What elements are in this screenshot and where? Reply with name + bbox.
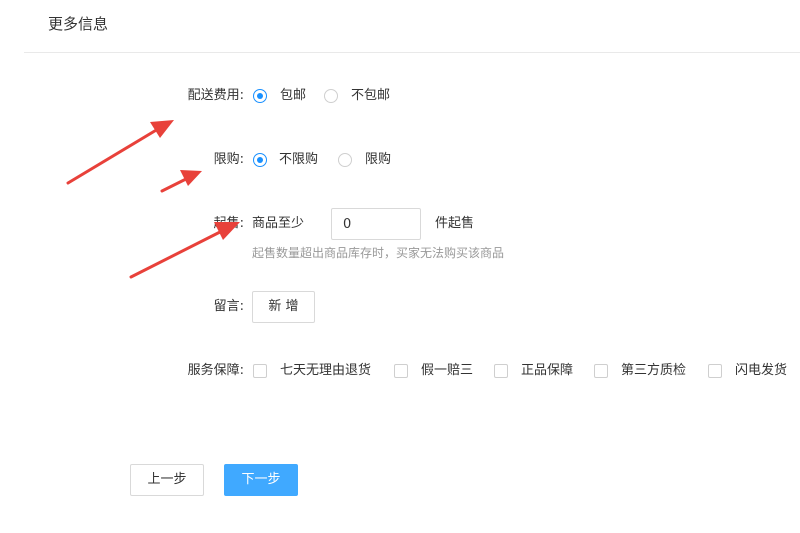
- fake-compensation-label[interactable]: 假一赔三: [421, 362, 473, 380]
- section-title: 更多信息: [48, 15, 109, 33]
- express-delivery-checkbox[interactable]: [708, 364, 722, 378]
- prev-step-button[interactable]: 上一步: [130, 464, 204, 496]
- min-purchase-hint: 起售数量超出商品库存时，买家无法购买该商品: [252, 246, 505, 260]
- add-message-button[interactable]: 新 增: [252, 291, 315, 323]
- seven-day-return-label[interactable]: 七天无理由退货: [280, 362, 371, 380]
- min-purchase-label: 起售:: [213, 216, 244, 231]
- express-delivery-label[interactable]: 闪电发货: [735, 362, 787, 380]
- delivery-fee-label: 配送费用:: [187, 88, 244, 103]
- third-party-inspection-checkbox[interactable]: [594, 364, 608, 378]
- more-info-page: 更多信息 配送费用: 包邮 不包邮 限购: 不限购 限购 起售: 商品至少 件起…: [0, 0, 800, 533]
- no-free-shipping-option-label[interactable]: 不包邮: [351, 87, 390, 105]
- min-purchase-prefix: 商品至少: [252, 216, 305, 231]
- limit-radio[interactable]: [338, 153, 352, 167]
- annotation-arrows: [66, 120, 240, 279]
- next-step-button[interactable]: 下一步: [224, 464, 298, 496]
- limit-option-label[interactable]: 限购: [365, 151, 391, 169]
- fake-compensation-checkbox[interactable]: [394, 364, 408, 378]
- genuine-guarantee-label[interactable]: 正品保障: [521, 362, 573, 380]
- no-limit-option-label[interactable]: 不限购: [279, 151, 318, 169]
- seven-day-return-checkbox[interactable]: [253, 364, 267, 378]
- no-limit-radio[interactable]: [253, 153, 267, 167]
- arrow-to-purchase-limit: [160, 170, 202, 193]
- purchase-limit-label: 限购:: [213, 152, 244, 167]
- message-label: 留言:: [213, 299, 244, 314]
- genuine-guarantee-checkbox[interactable]: [494, 364, 508, 378]
- arrow-to-delivery: [66, 120, 174, 185]
- service-guarantee-label: 服务保障:: [187, 363, 244, 378]
- section-header: 更多信息: [24, 0, 800, 53]
- third-party-inspection-label[interactable]: 第三方质检: [621, 362, 686, 380]
- min-purchase-suffix: 件起售: [435, 216, 475, 231]
- min-purchase-quantity-input[interactable]: [331, 208, 421, 240]
- no-free-shipping-radio[interactable]: [324, 89, 338, 103]
- free-shipping-radio[interactable]: [253, 89, 267, 103]
- free-shipping-option-label[interactable]: 包邮: [280, 87, 306, 105]
